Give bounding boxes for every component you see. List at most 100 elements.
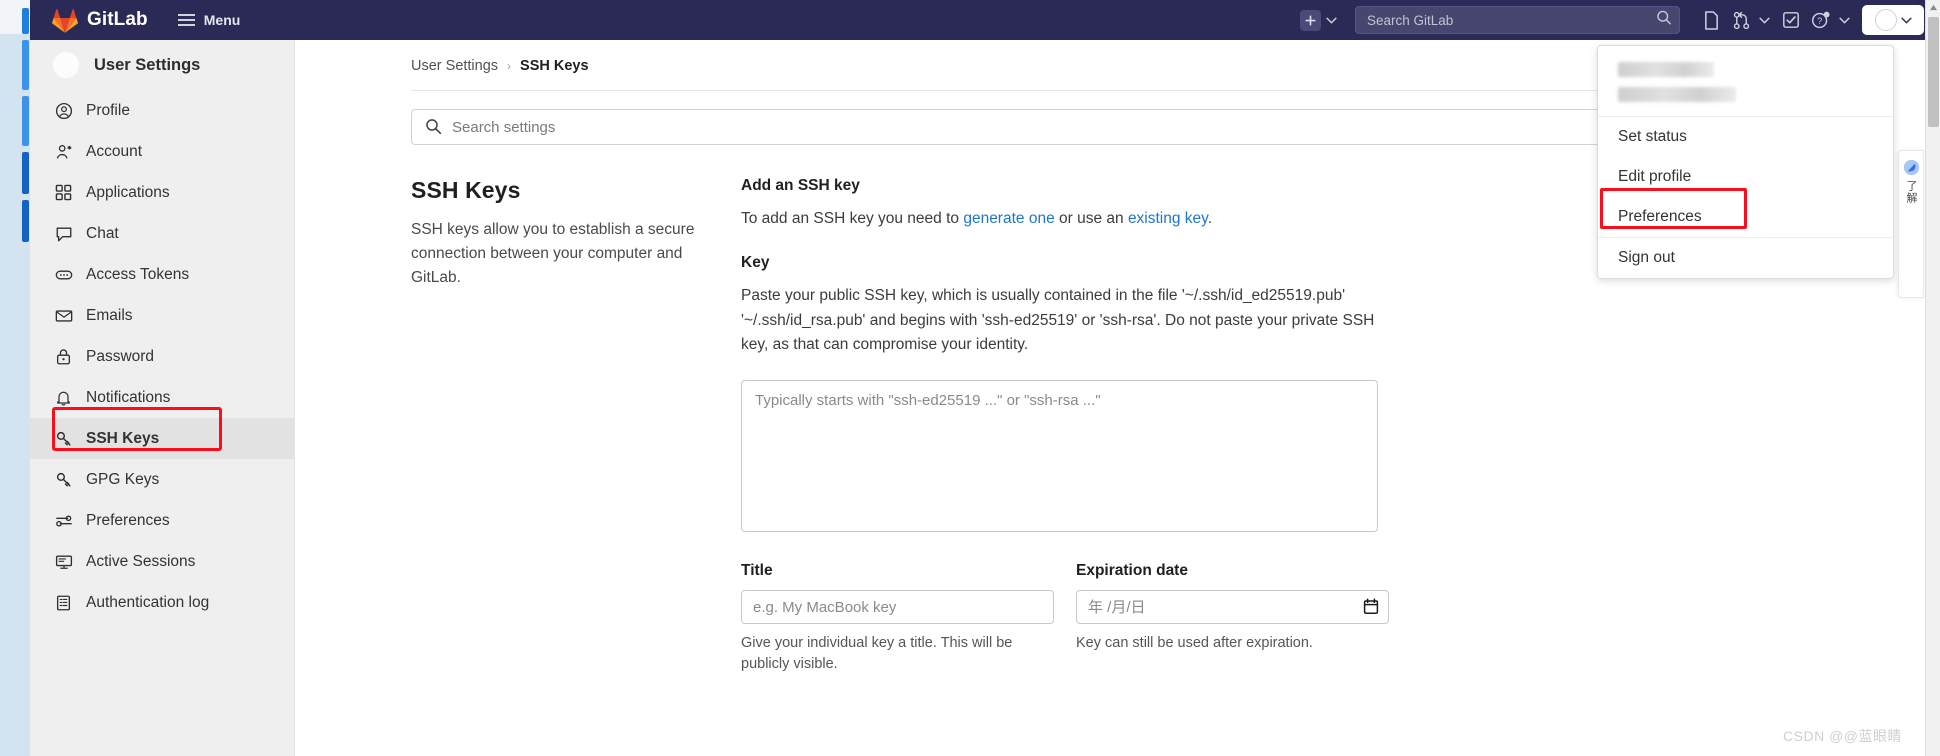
key-field-heading: Key — [741, 253, 770, 271]
top-navbar: GitLab Menu Search GitLab ? — [30, 0, 1940, 40]
title-help-text: Give your individual key a title. This w… — [741, 635, 1013, 673]
avatar-caret-icon — [1900, 17, 1912, 24]
sidebar-item-label: Preferences — [86, 511, 170, 529]
generate-one-link[interactable]: generate one — [963, 210, 1054, 227]
svg-text:?: ? — [1817, 16, 1822, 26]
sidebar-item-applications[interactable]: Applications — [30, 172, 294, 213]
key-icon — [54, 430, 73, 448]
merge-requests-caret-icon[interactable] — [1754, 17, 1774, 24]
sidebar-item-ssh-keys[interactable]: SSH Keys — [30, 418, 294, 459]
breadcrumb-parent[interactable]: User Settings — [411, 58, 498, 74]
envelope-icon — [54, 307, 73, 325]
list-icon — [54, 594, 73, 612]
ssh-key-textarea[interactable] — [741, 380, 1378, 533]
main-menu-button[interactable]: Menu — [177, 12, 240, 28]
sidebar-item-label: Authentication log — [86, 593, 210, 611]
title-field-group: Title Give your individual key a title. … — [741, 562, 1054, 675]
user-avatar-menu-button[interactable] — [1862, 5, 1924, 35]
browser-tab-indicator-4[interactable] — [22, 152, 29, 194]
sidebar-item-label: Active Sessions — [86, 552, 196, 570]
help-icon[interactable]: ? — [1808, 4, 1834, 36]
user-circle-icon — [54, 102, 73, 120]
gitlab-ssh-keys-page: GitLab Menu Search GitLab ? User Setting… — [0, 0, 1940, 756]
sidebar-item-label: Account — [86, 142, 143, 160]
expiration-label: Expiration date — [1076, 562, 1188, 580]
search-icon — [425, 118, 442, 140]
browser-tab-indicator-5[interactable] — [22, 200, 29, 242]
new-item-caret-icon[interactable] — [1321, 17, 1341, 24]
add-key-heading: Add an SSH key — [741, 177, 860, 194]
sidebar-title: User Settings — [94, 55, 201, 74]
breadcrumb-current: SSH Keys — [520, 58, 589, 74]
sidebar-item-label: Notifications — [86, 388, 171, 406]
sidebar-item-chat[interactable]: Chat — [30, 213, 294, 254]
scroll-up-arrow-icon[interactable] — [1926, 0, 1940, 15]
page-title: SSH Keys — [411, 177, 521, 203]
dropdown-item-set-status[interactable]: Set status — [1598, 117, 1893, 157]
dropdown-item-sign-out[interactable]: Sign out — [1598, 238, 1893, 278]
new-item-button[interactable] — [1300, 9, 1321, 31]
avatar — [1874, 9, 1897, 31]
side-feedback-widget[interactable]: 了解 — [1898, 150, 1924, 298]
sidebar-item-profile[interactable]: Profile — [30, 90, 294, 131]
expiration-help-text: Key can still be used after expiration. — [1076, 635, 1313, 652]
add-key-intro: To add an SSH key you need to generate o… — [741, 207, 1671, 232]
page-scrollbar[interactable] — [1925, 0, 1940, 756]
user-gear-icon — [54, 143, 73, 161]
sidebar-item-access-tokens[interactable]: Access Tokens — [30, 254, 294, 295]
browser-tab-indicator-3[interactable] — [22, 96, 29, 146]
chat-bubble-icon — [54, 225, 73, 243]
user-dropdown-menu: Set status Edit profile Preferences Sign… — [1597, 45, 1894, 279]
grid-icon — [54, 184, 73, 201]
lock-icon — [54, 348, 73, 366]
sidebar-item-active-sessions[interactable]: Active Sessions — [30, 541, 294, 582]
add-ssh-key-form: Add an SSH key To add an SSH key you nee… — [741, 177, 1671, 675]
token-icon — [54, 266, 73, 284]
intro-text-before: To add an SSH key you need to — [741, 210, 964, 227]
sidebar-item-password[interactable]: Password — [30, 336, 294, 377]
sidebar-header: User Settings — [30, 40, 294, 90]
browser-tab-indicator-1[interactable] — [22, 8, 29, 34]
todos-icon[interactable] — [1774, 4, 1808, 36]
key-meta-fields: Title Give your individual key a title. … — [741, 562, 1671, 675]
gitlab-brand[interactable]: GitLab — [52, 8, 148, 33]
key-expiration-input[interactable] — [1076, 590, 1389, 625]
expiration-field-group: Expiration date Key can st — [1076, 562, 1389, 675]
issues-icon[interactable] — [1694, 4, 1728, 36]
intro-text-middle: or use an — [1054, 210, 1128, 227]
sidebar-item-gpg-keys[interactable]: GPG Keys — [30, 459, 294, 500]
plus-icon — [1305, 15, 1316, 25]
sliders-icon — [54, 512, 73, 530]
dropdown-profile-section — [1598, 46, 1893, 117]
brand-name: GitLab — [87, 9, 148, 30]
intro-text-after: . — [1207, 210, 1213, 227]
existing-key-link[interactable]: existing key — [1128, 210, 1208, 227]
dropdown-item-edit-profile[interactable]: Edit profile — [1598, 157, 1893, 197]
sidebar-item-emails[interactable]: Emails — [30, 295, 294, 336]
sidebar-item-label: Emails — [86, 306, 133, 324]
sidebar-item-label: Applications — [86, 183, 170, 201]
sidebar-item-notifications[interactable]: Notifications — [30, 377, 294, 418]
global-search-input[interactable] — [1355, 6, 1680, 34]
sidebar-item-preferences[interactable]: Preferences — [30, 500, 294, 541]
navbar-right-group: ? — [1300, 4, 1940, 36]
merge-requests-icon[interactable] — [1728, 4, 1754, 36]
dropdown-item-preferences[interactable]: Preferences — [1598, 197, 1893, 237]
user-settings-sidebar: User Settings Profile Account Applicatio… — [30, 40, 295, 756]
sidebar-item-label: Password — [86, 347, 155, 365]
settings-description-column: SSH Keys SSH keys allow you to establish… — [411, 177, 741, 675]
sidebar-avatar — [52, 51, 80, 79]
sidebar-item-authentication-log[interactable]: Authentication log — [30, 582, 294, 623]
scrollbar-thumb[interactable] — [1928, 17, 1939, 127]
browser-tab-indicator-2[interactable] — [22, 40, 29, 90]
help-caret-icon[interactable] — [1834, 17, 1854, 24]
page-description: SSH keys allow you to establish a secure… — [411, 221, 695, 287]
title-label: Title — [741, 562, 773, 580]
profile-handle-redacted — [1618, 87, 1736, 102]
profile-name-redacted — [1618, 62, 1714, 77]
breadcrumb-separator: › — [507, 59, 512, 73]
sidebar-item-account[interactable]: Account — [30, 131, 294, 172]
key-field-description: Paste your public SSH key, which is usua… — [741, 286, 1375, 354]
key-title-input[interactable] — [741, 590, 1054, 625]
calendar-icon[interactable] — [1363, 598, 1379, 620]
